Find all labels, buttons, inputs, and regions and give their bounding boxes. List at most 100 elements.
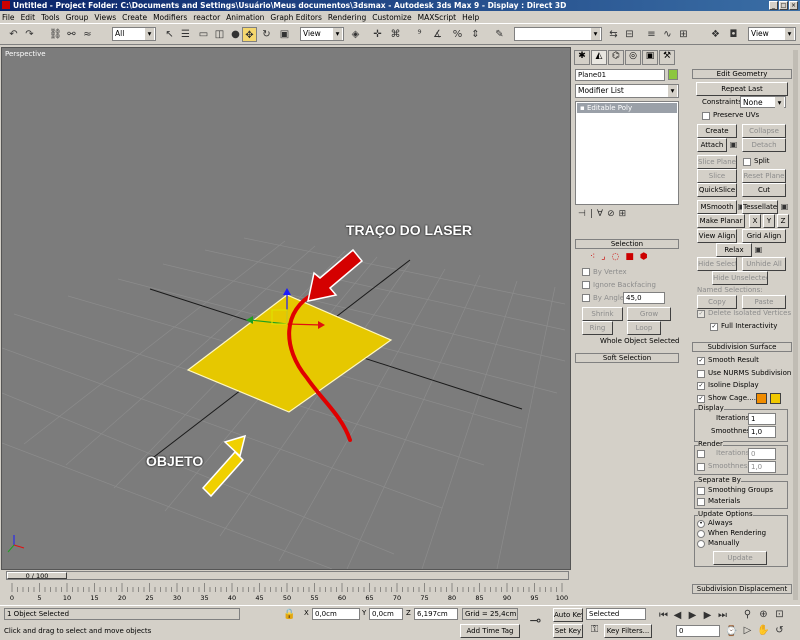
motion-tab-icon[interactable]: ◎ [625,50,641,65]
zoom-all-icon[interactable]: ⊕ [756,607,771,622]
redo-icon[interactable]: ↷ [22,27,37,42]
planar-y-button[interactable]: Y [763,214,775,228]
border-icon[interactable]: ◌ [612,252,620,262]
reset-plane-button[interactable]: Reset Plane [742,169,786,183]
add-time-tag-button[interactable]: Add Time Tag [460,624,520,638]
remove-modifier-icon[interactable]: ⊘ [607,209,615,223]
tessellate-button[interactable]: Tessellate [742,200,778,214]
vertex-icon[interactable]: ⁖ [590,252,595,262]
select-move-icon[interactable]: ✥ [242,27,257,42]
edit-geometry-title[interactable]: Edit Geometry [692,69,792,79]
subdivision-displacement-title[interactable]: Subdivision Displacement [692,584,792,594]
isoline-checkbox[interactable]: ✓ [697,382,705,390]
menu-modifiers[interactable]: Modifiers [153,13,187,22]
make-unique-icon[interactable]: ∀ [597,209,603,223]
show-end-result-icon[interactable]: | [590,209,593,223]
unlink-icon[interactable]: ⚯ [64,27,79,42]
planar-x-button[interactable]: X [749,214,761,228]
loop-button[interactable]: Loop [627,321,661,335]
collapse-button[interactable]: Collapse [742,124,786,138]
update-button[interactable]: Update [713,551,767,565]
display-tab-icon[interactable]: ▣ [642,50,658,65]
orbit-icon[interactable]: ↺ [772,623,787,638]
attach-settings-icon[interactable]: ▣ [726,137,741,152]
y-coord-field[interactable]: 0,0cm [369,608,403,620]
cut-button[interactable]: Cut [742,183,786,197]
manually-radio[interactable] [697,540,705,548]
z-coord-field[interactable]: 6,197cm [414,608,458,620]
tessellate-settings-icon[interactable]: ▣ [777,199,792,214]
when-rendering-radio[interactable] [697,530,705,538]
smooth-result-checkbox[interactable]: ✓ [697,357,705,365]
soft-selection-rollout-title[interactable]: Soft Selection [575,353,679,363]
delete-isolated-checkbox[interactable]: ✓ [697,310,705,318]
x-coord-field[interactable]: 0,0cm [312,608,360,620]
use-nurms-checkbox[interactable] [697,370,705,378]
named-selection-icon[interactable]: ✎ [492,27,507,42]
next-frame-icon[interactable]: ▶ [700,608,715,623]
preserve-uvs-checkbox[interactable] [702,112,710,120]
select-object-icon[interactable]: ↖ [162,27,177,42]
render-iterations-field[interactable]: 0 [748,448,776,460]
key-filters-button[interactable]: Key Filters... [604,624,652,638]
render-scene-icon[interactable]: ◘ [726,27,741,42]
materials-checkbox[interactable] [697,498,705,506]
set-key-icon[interactable]: ⚿ [587,622,602,637]
ring-button[interactable]: Ring [582,321,613,335]
pin-stack-icon[interactable]: ⊣ [578,209,586,223]
render-smoothness-checkbox[interactable] [697,463,705,471]
ignore-backfacing-checkbox[interactable] [582,281,590,289]
msmooth-button[interactable]: MSmooth [697,200,737,214]
percent-snap-icon[interactable]: % [450,27,465,42]
snap-toggle-icon[interactable]: ⁹ [412,27,427,42]
field-of-view-icon[interactable]: ▷ [740,623,755,638]
menu-customize[interactable]: Customize [372,13,411,22]
track-bar[interactable]: 0 5 10 15 20 25 30 35 40 45 50 55 60 65 70 75 80 85 90 95 10… [6,581,569,603]
window-crossing-icon[interactable]: ◫ [212,27,227,42]
create-button[interactable]: Create [697,124,737,138]
menu-reactor[interactable]: reactor [193,13,220,22]
lock-selection-icon[interactable]: 🔒 [282,607,297,622]
render-type-dropdown[interactable]: View [748,27,796,41]
render-iterations-checkbox[interactable] [697,450,705,458]
menu-group[interactable]: Group [66,13,89,22]
grow-button[interactable]: Grow [627,307,671,321]
hierarchy-tab-icon[interactable]: ⌬ [608,50,624,65]
full-interactivity-checkbox[interactable]: ✓ [710,323,718,331]
unhide-all-button[interactable]: Unhide All [742,257,786,271]
select-by-name-icon[interactable]: ☰ [178,27,193,42]
detach-button[interactable]: Detach [742,138,786,152]
repeat-last-button[interactable]: Repeat Last [696,82,788,96]
hide-selected-button[interactable]: Hide Selected [697,257,737,271]
stack-item-editable-poly[interactable]: ▪ Editable Poly [577,103,677,113]
copy-button[interactable]: Copy [697,295,737,309]
object-color-swatch[interactable] [668,69,678,80]
select-rotate-icon[interactable]: ↻ [259,27,274,42]
time-slider[interactable]: 0 / 100 [6,571,569,580]
modifier-list-dropdown[interactable]: Modifier List [575,84,679,98]
minimize-button[interactable]: _ [769,1,778,10]
ref-coord-dropdown[interactable]: View [300,27,344,41]
configure-sets-icon[interactable]: ⊞ [619,209,627,223]
quickslice-button[interactable]: QuickSlice [697,183,737,197]
time-config-icon[interactable]: ⌚ [724,624,739,639]
selection-rollout-title[interactable]: Selection [575,239,679,249]
curve-editor-icon[interactable]: ∿ [660,27,675,42]
maximize-button[interactable]: □ [779,1,788,10]
grid-align-button[interactable]: Grid Align [742,229,786,243]
selection-filter-dropdown[interactable]: All [112,27,156,41]
auto-key-button[interactable]: Auto Key [553,608,583,622]
undo-icon[interactable]: ↶ [6,27,21,42]
current-frame-field[interactable]: 0 [676,625,720,637]
create-tab-icon[interactable]: ✱ [574,50,590,65]
make-planar-button[interactable]: Make Planar [697,214,745,228]
zoom-extents-icon[interactable]: ⊡ [772,607,787,622]
menu-tools[interactable]: Tools [41,13,59,22]
slice-button[interactable]: Slice [697,169,737,183]
paste-button[interactable]: Paste [742,295,786,309]
always-radio[interactable]: • [697,520,705,528]
align-icon[interactable]: ⊟ [622,27,637,42]
polygon-icon[interactable]: ■ [625,252,634,262]
object-name-field[interactable]: Plane01 [575,69,665,81]
previous-frame-icon[interactable]: ◀ [670,608,685,623]
